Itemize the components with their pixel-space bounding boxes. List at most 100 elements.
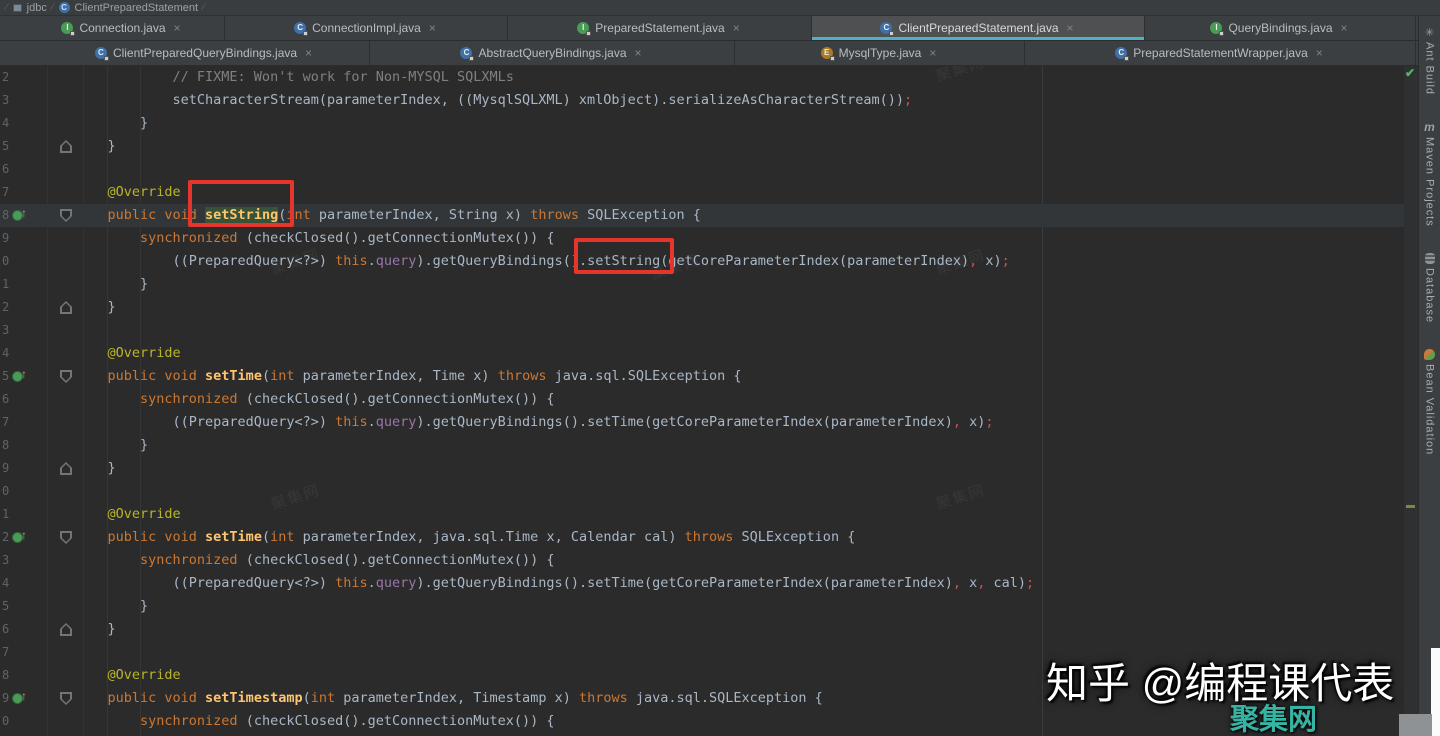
- code-line[interactable]: 4 }: [0, 112, 1404, 135]
- code-text[interactable]: public void setTime(int parameterIndex, …: [75, 365, 742, 388]
- code-line[interactable]: 0 ((PreparedQuery<?>) this.query).getQue…: [0, 250, 1404, 273]
- scrollbar-thumb[interactable]: [1399, 714, 1432, 736]
- code-text[interactable]: }: [75, 135, 116, 158]
- code-line[interactable]: 0: [0, 480, 1404, 503]
- breadcrumb-item-jdbc[interactable]: jdbc: [27, 2, 47, 14]
- code-line[interactable]: 3 setCharacterStream(parameterIndex, ((M…: [0, 89, 1404, 112]
- code-line[interactable]: 9 }: [0, 457, 1404, 480]
- fold-start-icon[interactable]: [60, 531, 72, 544]
- inspections-ok-check-icon[interactable]: ✔: [1405, 66, 1415, 80]
- close-icon[interactable]: ×: [172, 22, 183, 34]
- code-text[interactable]: ((PreparedQuery<?>) this.query).getQuery…: [75, 250, 1010, 273]
- code-text[interactable]: }: [75, 434, 148, 457]
- code-line[interactable]: 2↑ public void setTime(int parameterInde…: [0, 526, 1404, 549]
- error-stripe-mark[interactable]: [1406, 505, 1415, 508]
- code-text[interactable]: }: [75, 457, 116, 480]
- tab-preparedstatement-java[interactable]: IPreparedStatement.java×: [508, 16, 812, 40]
- code-text[interactable]: @Override: [75, 664, 181, 687]
- close-icon[interactable]: ×: [633, 47, 644, 59]
- line-number: 7: [2, 415, 9, 429]
- fold-start-icon[interactable]: [60, 209, 72, 222]
- code-line[interactable]: 0 synchronized (checkClosed().getConnect…: [0, 710, 1404, 733]
- code-line[interactable]: 5↑ public void setTime(int parameterInde…: [0, 365, 1404, 388]
- tab-mysqltype-java[interactable]: EMysqlType.java×: [735, 41, 1025, 65]
- code-line[interactable]: 1 @Override: [0, 503, 1404, 526]
- code-line[interactable]: 2 }: [0, 296, 1404, 319]
- code-text[interactable]: synchronized (checkClosed().getConnectio…: [75, 549, 555, 572]
- close-icon[interactable]: ×: [1339, 22, 1350, 34]
- fold-end-icon[interactable]: [60, 623, 72, 636]
- code-line[interactable]: 1 }: [0, 273, 1404, 296]
- code-text[interactable]: @Override: [75, 181, 181, 204]
- fold-end-icon[interactable]: [60, 301, 72, 314]
- tab-label: ClientPreparedStatement.java: [898, 21, 1058, 35]
- code-text[interactable]: // FIXME: Won't work for Non-MYSQL SQLXM…: [75, 66, 514, 89]
- code-editor[interactable]: 2 // FIXME: Won't work for Non-MYSQL SQL…: [0, 66, 1404, 736]
- tab-connectionimpl-java[interactable]: CConnectionImpl.java×: [225, 16, 508, 40]
- code-line[interactable]: 3 synchronized (checkClosed().getConnect…: [0, 549, 1404, 572]
- code-text[interactable]: }: [75, 618, 116, 641]
- close-icon[interactable]: ×: [927, 47, 938, 59]
- tool-button-bean-validation[interactable]: Bean Validation: [1424, 349, 1436, 455]
- code-line[interactable]: 4 @Override: [0, 342, 1404, 365]
- code-text[interactable]: }: [75, 112, 148, 135]
- scrollbar-error-stripe[interactable]: ✔: [1404, 66, 1418, 736]
- override-method-gutter-icon[interactable]: ↑: [12, 209, 30, 222]
- tool-button-label: Database: [1424, 268, 1436, 323]
- code-text[interactable]: ((PreparedQuery<?>) this.query).getQuery…: [75, 411, 994, 434]
- code-line[interactable]: 5 }: [0, 595, 1404, 618]
- code-text[interactable]: public void setTime(int parameterIndex, …: [75, 526, 855, 549]
- tab-clientpreparedquerybindings-java[interactable]: CClientPreparedQueryBindings.java×: [40, 41, 370, 65]
- line-number: 4: [2, 576, 9, 590]
- close-icon[interactable]: ×: [731, 22, 742, 34]
- code-text[interactable]: public void setTimestamp(int parameterIn…: [75, 687, 823, 710]
- tab-querybindings-java[interactable]: IQueryBindings.java×: [1145, 16, 1416, 40]
- code-line[interactable]: 5 }: [0, 135, 1404, 158]
- fold-start-icon[interactable]: [60, 692, 72, 705]
- close-icon[interactable]: ×: [427, 22, 438, 34]
- close-icon[interactable]: ×: [1314, 47, 1325, 59]
- fold-start-icon[interactable]: [60, 370, 72, 383]
- tab-connection-java[interactable]: IConnection.java×: [20, 16, 225, 40]
- tab-abstractquerybindings-java[interactable]: CAbstractQueryBindings.java×: [370, 41, 735, 65]
- line-number: 7: [2, 645, 9, 659]
- code-line[interactable]: 6: [0, 158, 1404, 181]
- code-line[interactable]: 9 synchronized (checkClosed().getConnect…: [0, 227, 1404, 250]
- code-line[interactable]: 8 }: [0, 434, 1404, 457]
- tool-button-maven-projects[interactable]: mMaven Projects: [1424, 121, 1436, 227]
- code-text[interactable]: synchronized (checkClosed().getConnectio…: [75, 710, 555, 733]
- breadcrumb-separator: ∕: [6, 2, 8, 13]
- line-number: 9: [2, 691, 9, 705]
- code-text[interactable]: synchronized (checkClosed().getConnectio…: [75, 388, 555, 411]
- tab-label: QueryBindings.java: [1228, 21, 1332, 35]
- override-method-gutter-icon[interactable]: ↑: [12, 692, 30, 705]
- code-text[interactable]: @Override: [75, 342, 181, 365]
- code-line[interactable]: 7 ((PreparedQuery<?>) this.query).getQue…: [0, 411, 1404, 434]
- override-method-gutter-icon[interactable]: ↑: [12, 531, 30, 544]
- code-text[interactable]: ((PreparedQuery<?>) this.query).getQuery…: [75, 572, 1034, 595]
- code-text[interactable]: setCharacterStream(parameterIndex, ((Mys…: [75, 89, 912, 112]
- code-text[interactable]: }: [75, 296, 116, 319]
- code-text[interactable]: }: [75, 273, 148, 296]
- code-text[interactable]: public void setString(int parameterIndex…: [75, 204, 701, 227]
- fold-end-icon[interactable]: [60, 462, 72, 475]
- code-text[interactable]: }: [75, 595, 148, 618]
- close-icon[interactable]: ×: [303, 47, 314, 59]
- class-file-icon: C: [1115, 47, 1127, 59]
- override-method-gutter-icon[interactable]: ↑: [12, 370, 30, 383]
- tab-clientpreparedstatement-java[interactable]: CClientPreparedStatement.java×: [812, 16, 1145, 40]
- code-line[interactable]: 6 }: [0, 618, 1404, 641]
- breadcrumb-item-clientpreparedstatement[interactable]: ClientPreparedStatement: [75, 2, 199, 14]
- tab-preparedstatementwrapper-java[interactable]: CPreparedStatementWrapper.java×: [1025, 41, 1416, 65]
- fold-end-icon[interactable]: [60, 140, 72, 153]
- code-line[interactable]: 3: [0, 319, 1404, 342]
- code-line[interactable]: 2 // FIXME: Won't work for Non-MYSQL SQL…: [0, 66, 1404, 89]
- tool-button-ant-build[interactable]: ✳Ant Build: [1424, 26, 1436, 95]
- close-icon[interactable]: ×: [1065, 22, 1076, 34]
- tab-label: ConnectionImpl.java: [312, 21, 421, 35]
- code-line[interactable]: 4 ((PreparedQuery<?>) this.query).getQue…: [0, 572, 1404, 595]
- tool-button-database[interactable]: Database: [1424, 253, 1436, 323]
- code-line[interactable]: 6 synchronized (checkClosed().getConnect…: [0, 388, 1404, 411]
- override-arrow: ↑: [21, 689, 27, 703]
- code-text[interactable]: @Override: [75, 503, 181, 526]
